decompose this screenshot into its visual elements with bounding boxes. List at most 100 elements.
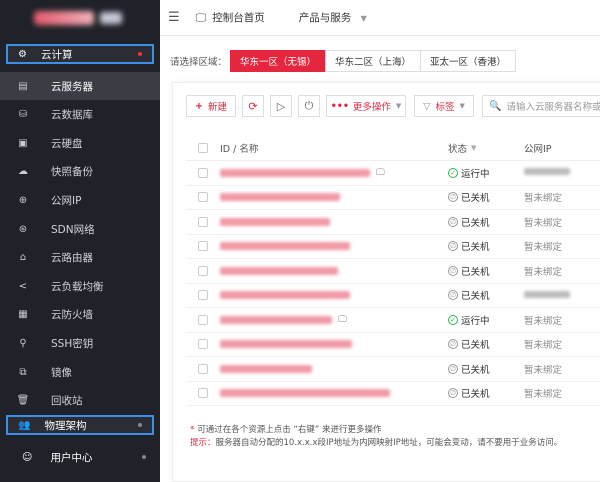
row-checkbox[interactable] <box>198 192 208 203</box>
sidebar-item-label: 云负载均衡 <box>51 280 104 293</box>
start-button[interactable]: ▷ <box>270 95 292 117</box>
sidebar-item-label: 云路由器 <box>51 252 93 265</box>
table-row[interactable]: ∅ 已关机 暂未绑定 <box>186 382 600 406</box>
select-all-checkbox[interactable] <box>198 142 208 153</box>
status-badge: ✓ 运行中 <box>448 166 524 180</box>
firewall-icon: ▦ <box>18 309 28 321</box>
redacted-name <box>220 193 340 202</box>
monitor-icon: 🖵 <box>195 10 207 24</box>
row-checkbox[interactable] <box>198 241 208 252</box>
redacted-ip <box>524 290 570 298</box>
products-menu[interactable]: 产品与服务 ▼ <box>299 10 367 25</box>
products-label: 产品与服务 <box>298 12 352 24</box>
server-id-name[interactable] <box>208 291 448 300</box>
brand-logo[interactable] <box>0 0 160 36</box>
menu-group-user-center[interactable]: ☺ 用户中心 <box>0 443 160 471</box>
region-label: 请选择区域： <box>170 57 228 68</box>
menu-group-physical-arch[interactable]: 👥 物理架构 <box>6 415 154 435</box>
table-header: ID / 名称 状态 ▼ 公网IP <box>186 135 600 161</box>
indicator-dot <box>142 455 146 459</box>
table-row[interactable]: ∅ 已关机 暂未绑定 <box>186 333 600 357</box>
public-ip-icon: ⊕ <box>18 194 28 206</box>
stopped-icon: ∅ <box>448 339 458 350</box>
new-button[interactable]: + 新建 <box>186 95 236 117</box>
row-checkbox[interactable] <box>198 290 208 301</box>
stopped-icon: ∅ <box>448 388 458 399</box>
server-id-name[interactable]: 🖵 <box>208 168 448 178</box>
row-checkbox[interactable] <box>198 167 208 178</box>
console-home-link[interactable]: 🖵 控制台首页 <box>196 10 265 25</box>
server-id-name[interactable]: 🖵 <box>208 315 448 325</box>
table-row[interactable]: ∅ 已关机 暂未绑定 <box>186 210 600 235</box>
header-status[interactable]: 状态 ▼ <box>448 141 524 155</box>
more-actions-button[interactable]: ••• 更多操作 ▼ <box>326 95 406 117</box>
sidebar-item-label: 回收站 <box>51 395 83 408</box>
refresh-button[interactable]: ⟳ <box>242 95 264 117</box>
status-label: 已关机 <box>461 389 490 401</box>
row-checkbox[interactable] <box>198 363 208 374</box>
redacted-name <box>220 315 332 324</box>
sidebar-item[interactable]: ⚲ SSH密钥 <box>0 329 160 357</box>
sidebar-item-label: 云服务器 <box>51 80 93 93</box>
sidebar-item[interactable]: ☁ 快照备份 <box>0 158 160 186</box>
sidebar-item[interactable]: ▣ 云硬盘 <box>0 129 160 157</box>
sidebar-item[interactable]: ⊕ 公网IP <box>0 186 160 214</box>
status-badge: ✓ 运行中 <box>448 313 524 327</box>
region-tab-east2[interactable]: 华东二区（上海） <box>325 50 422 72</box>
console-icon[interactable]: 🖵 <box>338 315 347 325</box>
server-id-name[interactable] <box>208 242 448 251</box>
sidebar-item-label: 镜像 <box>51 366 72 379</box>
status-badge: ∅ 已关机 <box>448 239 524 253</box>
menu-toggle-icon[interactable]: ☰ <box>168 10 180 25</box>
power-button[interactable]: ⏻ <box>298 95 320 117</box>
status-label: 已关机 <box>461 291 490 303</box>
table-row[interactable]: 🖵 ✓ 运行中 暂未绑定 <box>186 308 600 333</box>
sidebar-item[interactable]: ▦ 云防火墙 <box>0 301 160 329</box>
sidebar-item[interactable]: ⧉ 镜像 <box>0 358 160 386</box>
sidebar-item[interactable]: ⌂ 云路由器 <box>0 244 160 272</box>
header-public-ip: 公网IP <box>524 143 552 155</box>
sidebar-item[interactable]: 🗑 回收站 <box>0 387 160 415</box>
server-id-name[interactable] <box>208 193 448 202</box>
sidebar-item[interactable]: ⛁ 云数据库 <box>0 101 160 129</box>
server-id-name[interactable] <box>208 364 448 373</box>
note-tip: 提示：服务器自动分配的10.x.x.x段IP地址为内网映射IP地址，可能会变动，… <box>190 437 562 450</box>
status-label: 已关机 <box>461 340 490 352</box>
sidebar-item[interactable]: ⊛ SDN网络 <box>0 215 160 243</box>
row-checkbox[interactable] <box>198 216 208 227</box>
row-checkbox[interactable] <box>198 388 208 399</box>
console-icon[interactable]: 🖵 <box>376 168 385 178</box>
menu-group-cloud-compute[interactable]: ⚙ 云计算 <box>6 44 154 64</box>
region-tab-east1[interactable]: 华东一区（无锡） <box>230 50 327 72</box>
menu-group-label: 用户中心 <box>50 451 93 464</box>
table-row[interactable]: ∅ 已关机 <box>186 284 600 308</box>
users-icon: ☺ <box>22 451 33 463</box>
tag-filter-button[interactable]: ▽ 标签 ▼ <box>414 95 474 117</box>
table-row[interactable]: ∅ 已关机 暂未绑定 <box>186 186 600 210</box>
row-checkbox[interactable] <box>198 265 208 276</box>
search-input[interactable]: 🔍 请输入云服务器名称或IP <box>482 95 600 117</box>
sidebar-item-label: SSH密钥 <box>51 337 94 350</box>
redacted-name <box>220 242 350 251</box>
table-row[interactable]: ∅ 已关机 暂未绑定 <box>186 235 600 259</box>
sidebar-item[interactable]: ▤ 云服务器 <box>0 72 160 100</box>
row-checkbox[interactable] <box>198 314 208 325</box>
region-tab-ap1[interactable]: 亚太一区（香港） <box>420 50 517 72</box>
table-row[interactable]: 🖵 ✓ 运行中 <box>186 161 600 186</box>
plus-icon: + <box>195 100 203 112</box>
stopped-icon: ∅ <box>448 290 458 301</box>
table-row[interactable]: ∅ 已关机 暂未绑定 <box>186 259 600 284</box>
sidebar-item[interactable]: < 云负载均衡 <box>0 272 160 300</box>
sidebar-item-label: 云防火墙 <box>51 309 93 322</box>
chevron-down-icon: ▼ <box>360 14 367 23</box>
redacted-name <box>220 364 312 373</box>
more-actions-label: 更多操作 <box>352 102 391 113</box>
server-id-name[interactable] <box>208 340 448 349</box>
server-id-name[interactable] <box>208 266 448 275</box>
stopped-icon: ∅ <box>448 241 458 252</box>
chevron-down-icon: ▼ <box>459 102 465 110</box>
row-checkbox[interactable] <box>198 339 208 350</box>
server-id-name[interactable] <box>208 217 448 226</box>
server-id-name[interactable] <box>208 389 448 398</box>
table-row[interactable]: ∅ 已关机 暂未绑定 <box>186 357 600 382</box>
